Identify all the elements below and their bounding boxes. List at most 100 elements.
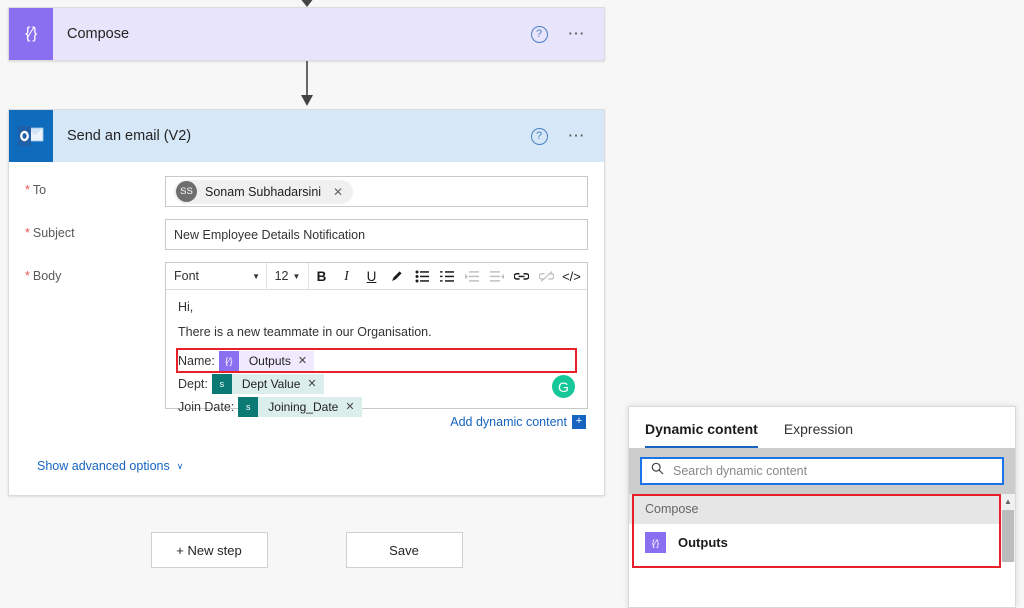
send-email-form: * To SS Sonam Subhadarsini ✕ * Subject N… bbox=[9, 162, 604, 495]
send-email-card-header[interactable]: Send an email (V2) ? ⋯ bbox=[9, 110, 604, 162]
body-row-join-date-label: Join Date: bbox=[178, 399, 235, 414]
pen-icon[interactable] bbox=[384, 263, 409, 289]
dynamic-token-joining-date-body: Joining_Date ✕ bbox=[258, 396, 362, 417]
indent-decrease-icon[interactable] bbox=[459, 263, 484, 289]
footer-buttons: + New step Save bbox=[8, 532, 605, 568]
unlink-icon[interactable] bbox=[534, 263, 559, 289]
link-icon[interactable] bbox=[509, 263, 534, 289]
avatar: SS bbox=[176, 181, 197, 202]
grammarly-icon[interactable]: G bbox=[552, 375, 575, 398]
help-circle-icon[interactable]: ? bbox=[530, 127, 548, 145]
body-field-row: * Body Font ▼ 12 ▼ B I U </> Hi, There i… bbox=[25, 262, 588, 429]
numbered-list-icon[interactable] bbox=[434, 263, 459, 289]
help-circle-icon[interactable]: ? bbox=[530, 25, 548, 43]
close-icon[interactable]: ✕ bbox=[345, 400, 354, 413]
dynamic-token-outputs-label: Outputs bbox=[248, 353, 291, 368]
font-size-dropdown[interactable]: 12 ▼ bbox=[267, 263, 309, 289]
tab-expression[interactable]: Expression bbox=[784, 421, 853, 448]
dynamic-token-dept-value-label: Dept Value bbox=[241, 376, 301, 391]
plus-icon[interactable]: + bbox=[572, 415, 586, 429]
to-field-label: * To bbox=[25, 183, 47, 197]
subject-field-label: * Subject bbox=[25, 226, 75, 240]
dynamic-content-group-compose: Compose bbox=[629, 494, 1015, 524]
scrollbar[interactable]: ▲ bbox=[1001, 494, 1015, 562]
body-row-join-date: Join Date: s Joining_Date ✕ bbox=[178, 396, 575, 417]
send-email-card-actions: ? ⋯ bbox=[530, 127, 605, 145]
recipient-name: Sonam Subhadarsini bbox=[205, 184, 322, 199]
font-family-dropdown[interactable]: Font ▼ bbox=[168, 263, 267, 289]
show-advanced-options-link[interactable]: Show advanced options ∨ bbox=[37, 459, 183, 473]
subject-field-control: New Employee Details Notification bbox=[165, 219, 588, 250]
bulleted-list-icon[interactable] bbox=[409, 263, 434, 289]
underline-button[interactable]: U bbox=[359, 263, 384, 289]
body-intro: There is a new teammate in our Organisat… bbox=[178, 325, 432, 339]
bold-button[interactable]: B bbox=[309, 263, 334, 289]
chevron-down-icon: ∨ bbox=[176, 460, 184, 471]
subject-input[interactable]: New Employee Details Notification bbox=[165, 219, 588, 250]
dynamic-token-outputs-body: Outputs ✕ bbox=[238, 350, 315, 371]
font-size-label: 12 bbox=[274, 269, 289, 283]
body-row-name: Name: {⁄} Outputs ✕ bbox=[176, 348, 577, 373]
to-field-control: SS Sonam Subhadarsini ✕ bbox=[165, 176, 588, 207]
dynamic-content-panel: Dynamic content Expression Search dynami… bbox=[628, 406, 1016, 608]
body-row-dept: Dept: s Dept Value ✕ bbox=[178, 373, 575, 394]
send-email-card[interactable]: Send an email (V2) ? ⋯ * To SS Sonam Subh… bbox=[8, 109, 605, 496]
italic-button[interactable]: I bbox=[334, 263, 359, 289]
scroll-up-icon[interactable]: ▲ bbox=[1001, 494, 1015, 508]
compose-card-actions: ? ⋯ bbox=[530, 25, 605, 43]
font-family-label: Font bbox=[174, 269, 200, 283]
sharepoint-icon: s bbox=[238, 396, 259, 417]
dynamic-content-item-outputs-label: Outputs bbox=[678, 535, 728, 550]
close-icon[interactable]: ✕ bbox=[333, 185, 343, 199]
close-icon[interactable]: ✕ bbox=[307, 377, 316, 390]
to-field-row: * To SS Sonam Subhadarsini ✕ bbox=[25, 176, 588, 207]
body-field-control: Font ▼ 12 ▼ B I U </> Hi, There is a new… bbox=[165, 262, 588, 429]
compose-braces-icon: {⁄} bbox=[9, 8, 53, 60]
show-advanced-options-label: Show advanced options bbox=[37, 459, 170, 473]
dynamic-content-item-outputs[interactable]: {⁄} Outputs bbox=[629, 524, 1015, 561]
chevron-down-icon: ▼ bbox=[252, 271, 260, 281]
compose-braces-icon: {⁄} bbox=[645, 532, 666, 553]
recipient-chip[interactable]: SS Sonam Subhadarsini ✕ bbox=[174, 179, 354, 204]
body-greeting: Hi, bbox=[178, 300, 194, 314]
flow-designer-column: {⁄} Compose ? ⋯ Send an email (V2) ? ⋯ *… bbox=[8, 0, 605, 568]
dynamic-content-list: Compose {⁄} Outputs ▲ bbox=[629, 494, 1015, 568]
send-email-card-title: Send an email (V2) bbox=[67, 128, 192, 144]
outlook-icon bbox=[9, 110, 53, 162]
dynamic-token-joining-date[interactable]: s Joining_Date ✕ bbox=[238, 396, 362, 417]
compose-card-icon-wrap: {⁄} bbox=[9, 8, 53, 60]
sharepoint-icon: s bbox=[211, 373, 232, 394]
code-icon[interactable]: </> bbox=[559, 263, 584, 289]
body-field-label: * Body bbox=[25, 269, 62, 283]
scrollbar-thumb[interactable] bbox=[1002, 510, 1014, 562]
dynamic-token-joining-date-label: Joining_Date bbox=[268, 399, 339, 414]
ellipsis-icon[interactable]: ⋯ bbox=[568, 127, 587, 144]
add-dynamic-content-link[interactable]: Add dynamic content bbox=[450, 415, 567, 429]
new-step-button[interactable]: + New step bbox=[150, 532, 268, 568]
required-asterisk: * bbox=[25, 269, 30, 283]
show-advanced-options-row: Show advanced options ∨ bbox=[25, 441, 588, 485]
search-input[interactable]: Search dynamic content bbox=[640, 457, 1004, 485]
dynamic-token-dept-value[interactable]: s Dept Value ✕ bbox=[211, 373, 324, 394]
compose-card-title: Compose bbox=[67, 26, 130, 42]
compose-braces-icon: {⁄} bbox=[218, 350, 239, 371]
editor-toolbar: Font ▼ 12 ▼ B I U </> bbox=[166, 263, 587, 290]
indent-increase-icon[interactable] bbox=[484, 263, 509, 289]
close-icon[interactable]: ✕ bbox=[298, 354, 307, 367]
search-icon bbox=[651, 462, 664, 480]
ellipsis-icon[interactable]: ⋯ bbox=[568, 25, 587, 42]
required-asterisk: * bbox=[25, 226, 30, 240]
compose-card-header[interactable]: {⁄} Compose ? ⋯ bbox=[9, 8, 604, 60]
compose-card[interactable]: {⁄} Compose ? ⋯ bbox=[8, 7, 605, 61]
rich-text-editor[interactable]: Font ▼ 12 ▼ B I U </> Hi, There is a new… bbox=[165, 262, 588, 417]
dynamic-content-tabs: Dynamic content Expression bbox=[629, 407, 1015, 448]
to-input[interactable]: SS Sonam Subhadarsini ✕ bbox=[165, 176, 588, 207]
tab-dynamic-content[interactable]: Dynamic content bbox=[645, 421, 758, 448]
connector-arrow-middle bbox=[8, 61, 605, 109]
send-email-card-icon-wrap bbox=[9, 110, 53, 162]
email-body-content[interactable]: Hi, There is a new teammate in our Organ… bbox=[166, 290, 587, 417]
dynamic-token-outputs[interactable]: {⁄} Outputs ✕ bbox=[218, 350, 315, 371]
body-row-name-label: Name: bbox=[178, 353, 215, 368]
save-button[interactable]: Save bbox=[345, 532, 463, 568]
dynamic-content-search-wrap: Search dynamic content bbox=[629, 448, 1015, 494]
